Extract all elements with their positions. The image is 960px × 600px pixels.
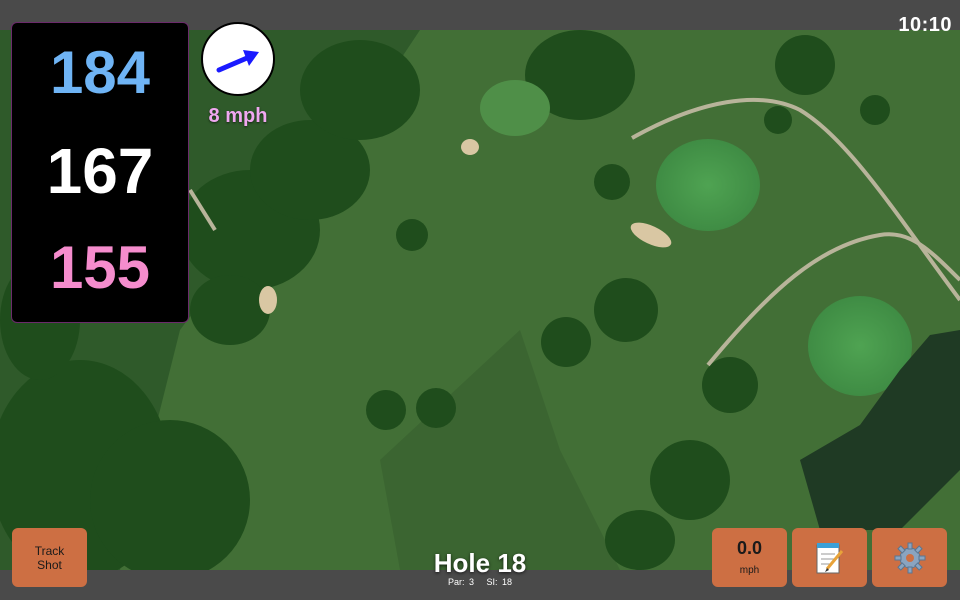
distance-back: 184 bbox=[49, 39, 151, 106]
arrow-icon bbox=[216, 50, 259, 73]
track-shot-button[interactable]: Track Shot bbox=[12, 528, 87, 587]
speed-unit: mph bbox=[739, 565, 760, 576]
speed-value: 0.0 bbox=[736, 538, 763, 558]
wind-speed: 8 mph bbox=[208, 105, 268, 127]
green-upper bbox=[656, 139, 760, 231]
hole-title: Hole 18 bbox=[433, 548, 527, 578]
hole-par: Par: 3 bbox=[447, 577, 474, 587]
hole-meta: Par: 3 SI: 18 bbox=[380, 577, 580, 587]
gear-icon bbox=[894, 542, 926, 574]
distance-front: 155 bbox=[49, 234, 151, 301]
notepad-icon bbox=[816, 543, 844, 574]
distance-panel: 184 167 155 bbox=[11, 22, 189, 323]
golf-gps-screen: 10:10 184 167 155 8 mph Track Shot Hole … bbox=[0, 0, 960, 600]
notes-button[interactable] bbox=[792, 528, 867, 587]
track-shot-label-line2: Shot bbox=[37, 558, 62, 572]
speed-button[interactable]: 0.0 mph bbox=[712, 528, 787, 587]
distance-middle: 167 bbox=[46, 135, 154, 207]
hole-si: SI: 18 bbox=[486, 577, 513, 587]
track-shot-label-line1: Track bbox=[34, 544, 65, 558]
clock: 10:10 bbox=[898, 14, 952, 36]
settings-button[interactable] bbox=[872, 528, 947, 587]
wind-indicator bbox=[201, 22, 275, 96]
